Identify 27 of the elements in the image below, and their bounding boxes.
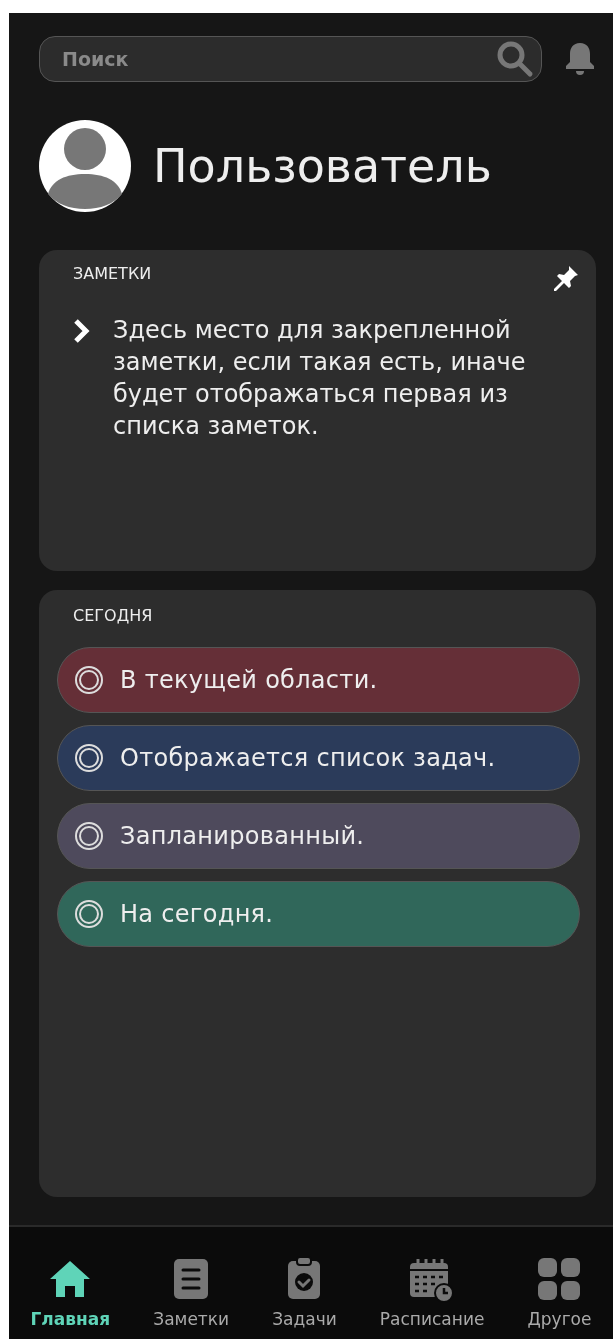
search-field[interactable]: Поиск — [39, 36, 542, 82]
bell-icon[interactable] — [564, 41, 596, 77]
task-label: Запланированный. — [120, 822, 365, 850]
task-label: На сегодня. — [120, 900, 274, 928]
task-item[interactable]: Запланированный. — [57, 803, 580, 869]
note-text: Здесь место для закрепленной заметки, если такая есть, иначе будет отображаться первая из списка заметок. — [113, 315, 527, 442]
nav-tab[interactable]: Другое — [527, 1255, 592, 1329]
checkbox-icon[interactable] — [74, 743, 104, 773]
checkbox-icon[interactable] — [74, 899, 104, 929]
search-icon[interactable] — [496, 40, 534, 78]
task-label: В текущей области. — [120, 666, 378, 694]
nav-tab[interactable]: Заметки — [153, 1255, 230, 1329]
chevron-right-icon[interactable] — [73, 318, 91, 344]
section-title: СЕГОДНЯ — [72, 605, 154, 625]
pin-icon[interactable] — [552, 264, 580, 292]
task-item[interactable]: На сегодня. — [57, 881, 580, 947]
task-label: Отображается список задач. — [120, 744, 496, 772]
user-name: Пользователь — [153, 139, 492, 193]
task-item[interactable]: В текущей области. — [57, 647, 580, 713]
nav-tab[interactable]: Главная — [30, 1255, 111, 1329]
task-item[interactable]: Отображается список задач. — [57, 725, 580, 791]
checkbox-icon[interactable] — [74, 665, 104, 695]
section-title: ЗАМЕТКИ — [72, 264, 152, 283]
avatar-icon — [39, 120, 131, 212]
checkbox-icon[interactable] — [74, 821, 104, 851]
nav-tab[interactable]: Расписание — [379, 1255, 485, 1329]
nav-tab[interactable]: Задачи — [272, 1255, 337, 1329]
